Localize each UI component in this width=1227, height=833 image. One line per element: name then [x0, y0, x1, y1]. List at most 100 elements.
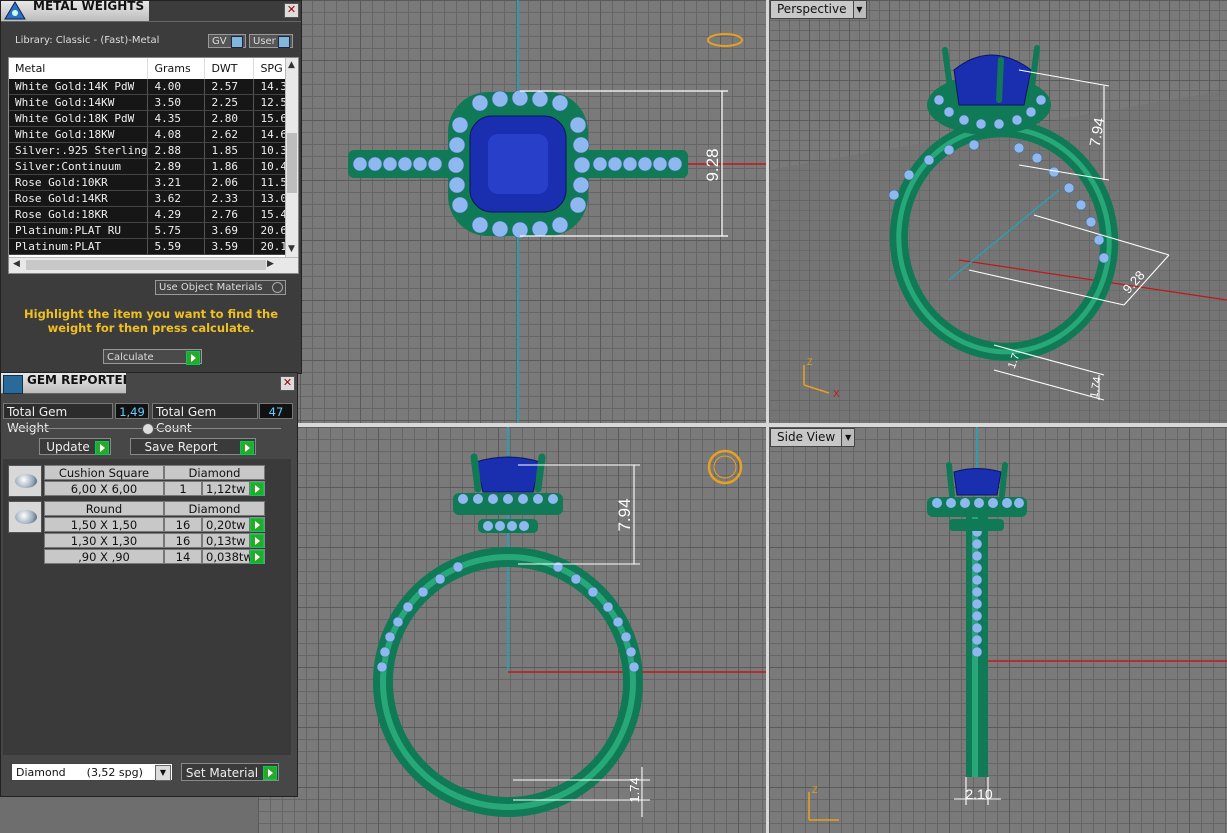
column-header-metal[interactable]: Metal — [9, 58, 149, 79]
scrollbar-thumb[interactable] — [287, 133, 297, 193]
gem-material-cell[interactable]: Diamond — [164, 465, 265, 480]
gem-weight-cell[interactable]: 0,20tw — [202, 517, 250, 532]
table-row[interactable]: Silver:Continuum 2.89 1.86 10.40 — [9, 158, 298, 175]
top-dimension-label: 9.28 — [703, 148, 722, 181]
gem-reporter-close-button[interactable]: ✕ — [280, 376, 295, 391]
gem-count-cell[interactable]: 16 — [164, 517, 202, 532]
table-row[interactable]: Platinum:PLAT RU 5.75 3.69 20.66 — [9, 222, 298, 239]
dwt-cell: 2.76 — [204, 206, 255, 223]
table-row[interactable]: Rose Gold:10KR 3.21 2.06 11.54 — [9, 174, 298, 191]
metal-name-cell: Rose Gold:10KR — [9, 174, 149, 191]
table-row[interactable]: White Gold:18KW 4.08 2.62 14.66 — [9, 126, 298, 143]
update-button[interactable]: Update — [39, 438, 111, 455]
slider-handle[interactable] — [142, 423, 154, 435]
dwt-cell: 2.62 — [204, 126, 255, 143]
library-label: Library: Classic - (Fast)-Metal — [15, 35, 160, 46]
gem-weight-cell[interactable]: 0,13tw — [202, 533, 250, 548]
gem-weight-cell[interactable]: 0,038tw — [202, 549, 253, 564]
view-cube-icon — [707, 33, 743, 47]
gem-shape-cell[interactable]: Round — [44, 501, 164, 516]
metal-weights-close-button[interactable]: ✕ — [284, 3, 299, 18]
play-icon — [250, 518, 264, 532]
gem-size-cell[interactable]: 1,30 X 1,30 — [44, 533, 164, 548]
table-row[interactable]: White Gold:14KW 3.50 2.25 12.59 — [9, 94, 298, 111]
total-gem-weight-label: Total Gem Weight — [3, 403, 113, 435]
gem-count-cell[interactable]: 14 — [164, 549, 202, 564]
side-view-label[interactable]: Side View ▼ — [770, 428, 856, 447]
dwt-cell: 2.80 — [204, 110, 255, 127]
play-icon — [250, 550, 264, 564]
metal-name-cell: White Gold:14KW — [9, 94, 149, 111]
toggle-icon — [278, 36, 290, 48]
dwt-cell: 3.59 — [204, 238, 255, 255]
metal-weights-panel: METAL WEIGHTS ✕ ✕ Library: Classic - (Fa… — [0, 0, 302, 374]
metal-name-cell: White Gold:18KW — [9, 126, 149, 143]
table-row[interactable]: Platinum:PLAT 5.59 3.59 20.10 — [9, 238, 298, 255]
round-gem-icon — [8, 501, 42, 533]
dwt-cell: 3.69 — [204, 222, 255, 239]
dwt-cell: 2.33 — [204, 190, 255, 207]
grams-cell: 5.75 — [147, 222, 206, 239]
horizontal-scrollbar[interactable]: ◀ ▶ — [9, 257, 298, 273]
table-row[interactable]: Silver:.925 Sterling 2.88 1.85 10.36 — [9, 142, 298, 159]
table-row[interactable]: Rose Gold:18KR 4.29 2.76 15.41 — [9, 206, 298, 223]
side-dim-1: 2.10 — [965, 786, 992, 802]
metal-name-cell: Platinum:PLAT RU — [9, 222, 149, 239]
table-row[interactable]: White Gold:14K PdW 4.00 2.57 14.37 — [9, 79, 298, 95]
play-icon — [263, 766, 277, 780]
grams-cell: 2.88 — [147, 142, 206, 159]
perspective-viewport[interactable]: 7.94 9.28 1.7 1.74 Z X Perspective ▼ — [769, 0, 1227, 423]
dwt-cell: 2.57 — [204, 79, 255, 95]
perspective-view-label[interactable]: Perspective ▼ — [770, 0, 867, 19]
gem-size-cell[interactable]: ,90 X ,90 — [44, 549, 164, 564]
front-viewport[interactable]: 7.94 1.74 X — [258, 427, 766, 833]
user-toggle[interactable]: User — [249, 34, 293, 48]
save-report-button[interactable]: Save Report — [130, 438, 256, 455]
chevron-down-icon[interactable]: ▼ — [852, 0, 867, 19]
gem-count-cell[interactable]: 1 — [164, 481, 202, 496]
select-gems-button[interactable] — [250, 549, 265, 564]
gem-list[interactable]: Cushion Square Diamond 6,00 X 6,00 1 1,1… — [3, 459, 291, 755]
side-viewport[interactable]: 2.10 Z Side View ▼ — [769, 427, 1227, 833]
gem-shape-cell[interactable]: Cushion Square — [44, 465, 164, 480]
gv-toggle[interactable]: GV — [208, 34, 246, 48]
scroll-up-icon[interactable]: ▲ — [288, 60, 295, 70]
scroll-down-icon[interactable]: ▼ — [288, 244, 295, 254]
metal-weights-title: METAL WEIGHTS — [33, 0, 145, 13]
axis-x-label: X — [833, 389, 840, 400]
gem-count-cell[interactable]: 16 — [164, 533, 202, 548]
viewport-splitter-horizontal[interactable] — [258, 423, 1227, 427]
column-header-grams[interactable]: Grams — [147, 58, 206, 79]
calculate-hint: Highlight the item you want to find the … — [24, 307, 278, 335]
use-object-materials-toggle[interactable]: Use Object Materials — [155, 280, 286, 295]
select-gems-button[interactable] — [250, 533, 265, 548]
table-row[interactable]: White Gold:18K PdW 4.35 2.80 15.63 — [9, 110, 298, 127]
play-icon — [250, 534, 264, 548]
select-gems-button[interactable] — [250, 481, 265, 496]
gem-material-cell[interactable]: Diamond — [164, 501, 265, 516]
material-select[interactable]: Diamond (3,52 spg) ▼ — [11, 763, 173, 781]
set-material-button[interactable]: Set Material — [181, 763, 279, 781]
front-view-render: 7.94 1.74 X — [373, 427, 766, 817]
scroll-right-icon[interactable]: ▶ — [267, 259, 274, 269]
viewport-splitter-vertical[interactable] — [766, 0, 769, 833]
table-row[interactable]: Rose Gold:14KR 3.62 2.33 13.03 — [9, 190, 298, 207]
dwt-cell: 2.06 — [204, 174, 255, 191]
scroll-left-icon[interactable]: ◀ — [13, 259, 20, 269]
app-logo-icon — [3, 1, 27, 21]
gem-weight-cell[interactable]: 1,12tw — [202, 481, 250, 496]
select-gems-button[interactable] — [250, 517, 265, 532]
scrollbar-thumb[interactable] — [26, 260, 266, 270]
vertical-scrollbar[interactable]: ▲ ▼ — [285, 58, 298, 257]
grams-cell: 4.29 — [147, 206, 206, 223]
play-icon — [95, 441, 109, 455]
metal-list-table[interactable]: Metal Grams DWT SPG White Gold:14K PdW 4.… — [8, 57, 299, 274]
chevron-down-icon[interactable]: ▼ — [841, 428, 856, 447]
column-header-dwt[interactable]: DWT — [204, 58, 255, 79]
dwt-cell: 2.25 — [204, 94, 255, 111]
gem-size-cell[interactable]: 1,50 X 1,50 — [44, 517, 164, 532]
calculate-button[interactable]: Calculate — [103, 349, 202, 365]
gem-size-cell[interactable]: 6,00 X 6,00 — [44, 481, 164, 496]
axis-gizmo — [808, 792, 839, 821]
chevron-down-icon[interactable]: ▼ — [155, 765, 171, 781]
